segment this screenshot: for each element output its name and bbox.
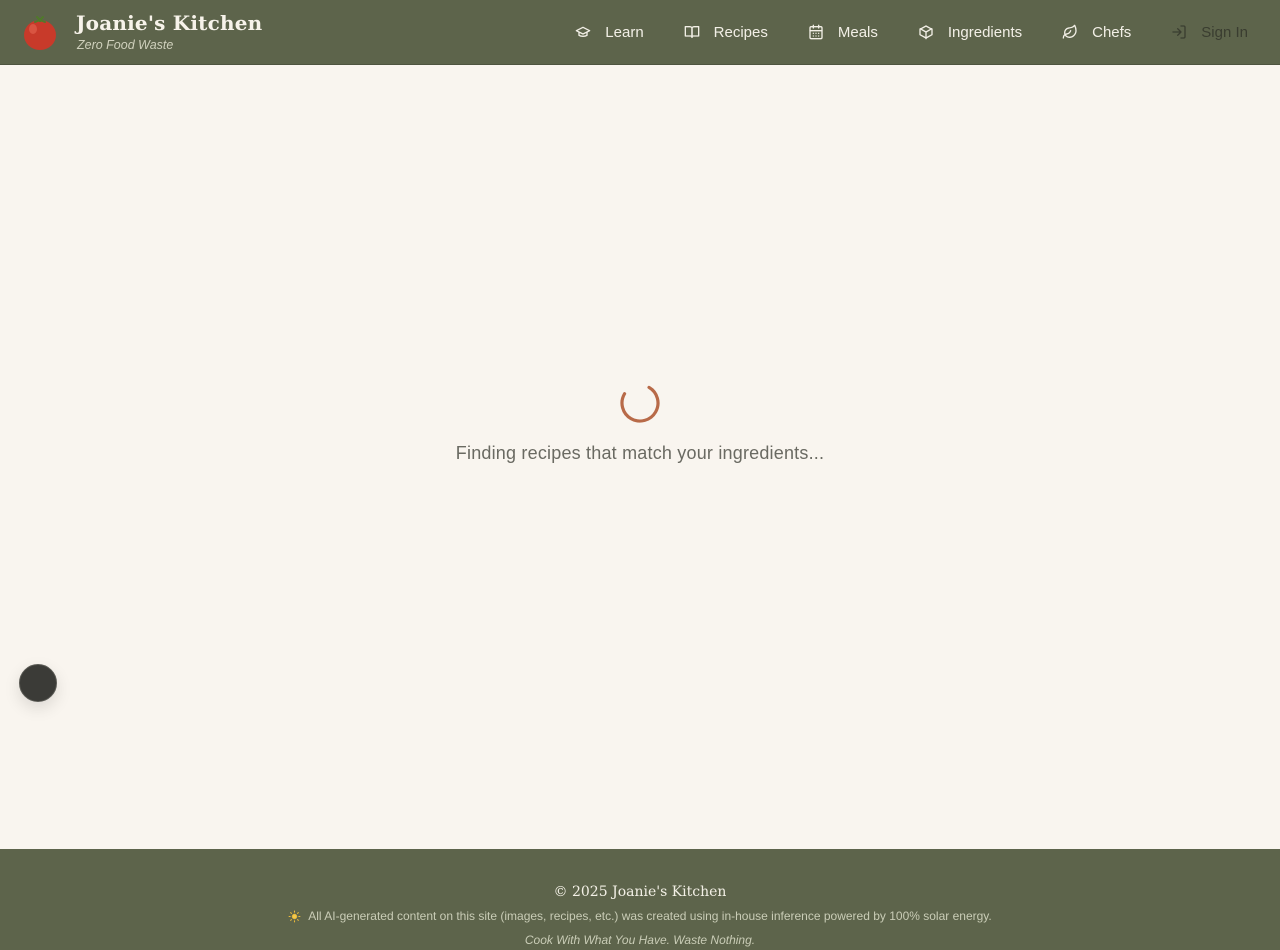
site-footer: © 2025 Joanie's Kitchen All AI-generated… <box>0 849 1280 950</box>
copyright-text: © 2025 Joanie's Kitchen <box>553 884 727 900</box>
log-in-icon <box>1171 24 1187 40</box>
leaf-icon <box>1062 24 1078 40</box>
floating-action-button[interactable] <box>19 664 57 702</box>
graduation-cap-icon <box>575 24 591 40</box>
nav-chefs[interactable]: Chefs <box>1062 24 1131 41</box>
tomato-icon <box>22 15 58 51</box>
nav-sign-in[interactable]: Sign In <box>1171 24 1248 41</box>
nav-ingredients-label: Ingredients <box>947 23 1023 41</box>
nav-recipes-label: Recipes <box>713 23 768 41</box>
book-open-icon <box>684 24 700 40</box>
site-tagline: Zero Food Waste <box>77 38 174 52</box>
nav-meals[interactable]: Meals <box>808 24 878 41</box>
nav-chefs-label: Chefs <box>1092 23 1132 41</box>
nav-learn-label: Learn <box>605 23 644 41</box>
loading-spinner-icon <box>620 383 660 423</box>
ai-disclaimer-text: All AI-generated content on this site (i… <box>308 909 992 923</box>
brand-link[interactable]: Joanie's Kitchen Zero Food Waste <box>22 11 263 52</box>
loading-message: Finding recipes that match your ingredie… <box>455 443 825 463</box>
main-nav: Learn Recipes Meals Ingredients Chefs Si… <box>575 0 1248 64</box>
package-icon <box>918 24 934 40</box>
loading-state: Finding recipes that match your ingredie… <box>0 382 1280 464</box>
ai-disclaimer: All AI-generated content on this site (i… <box>0 909 1280 923</box>
nav-meals-label: Meals <box>837 23 878 41</box>
nav-sign-in-label: Sign In <box>1201 23 1248 41</box>
nav-recipes[interactable]: Recipes <box>684 24 768 41</box>
footer-motto: Cook With What You Have. Waste Nothing. <box>524 933 756 947</box>
nav-learn[interactable]: Learn <box>575 23 644 41</box>
sun-icon <box>288 910 301 923</box>
nav-ingredients[interactable]: Ingredients <box>918 24 1022 41</box>
calendar-icon <box>808 24 824 40</box>
site-title: Joanie's Kitchen <box>76 11 263 35</box>
site-header: Joanie's Kitchen Zero Food Waste Learn R… <box>0 0 1280 65</box>
